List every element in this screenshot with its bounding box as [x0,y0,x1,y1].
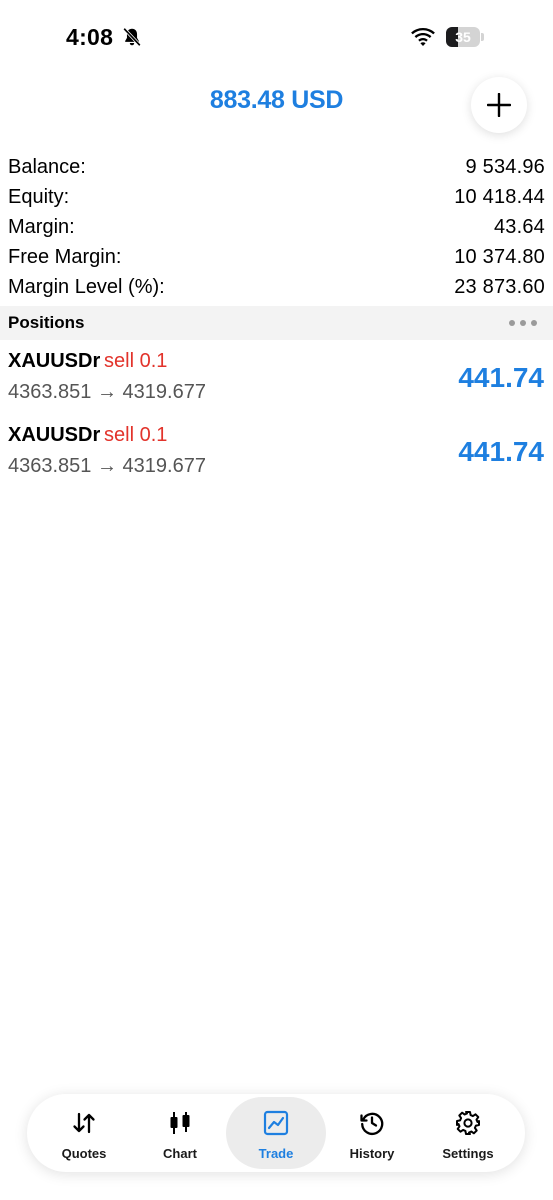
position-side: sell 0.1 [104,424,168,446]
summary-label: Balance: [8,156,86,178]
positions-title: Positions [8,313,85,332]
tab-bar: Quotes Chart Trade History Settings [27,1094,525,1172]
tab-quotes[interactable]: Quotes [34,1097,134,1169]
account-profit-title: 883.48 USD [209,86,344,114]
summary-row-free-margin: Free Margin: 10 374.80 [8,242,545,272]
status-time: 4:08 [66,24,114,50]
summary-row-margin-level: Margin Level (%): 23 873.60 [8,272,545,302]
position-side: sell 0.1 [104,350,168,372]
bell-muted-icon [123,27,141,47]
summary-label: Margin Level (%): [8,276,165,298]
summary-value: 10 418.44 [454,186,545,208]
tab-label: Trade [258,1146,294,1161]
position-symbol: XAUUSDr [8,350,101,372]
trade-screen: 4:08 35 883.48 USD Balance: 9 534.96 Equ… [0,0,553,1200]
summary-row-balance: Balance: 9 534.96 [8,152,545,182]
position-symbol: XAUUSDr [8,424,101,446]
tab-history[interactable]: History [322,1097,422,1169]
summary-row-margin: Margin: 43.64 [8,212,545,242]
wifi-icon [411,28,435,46]
positions-section-header: Positions [0,306,553,340]
tab-label: Quotes [61,1146,107,1161]
tab-label: History [349,1146,395,1161]
status-bar: 4:08 35 [0,0,553,70]
battery-indicator: 35 [446,27,484,47]
position-item[interactable]: XAUUSDr sell 0.1 4363.851 → 4319.677 441… [0,350,553,420]
trade-chart-icon [263,1110,289,1136]
summary-label: Margin: [8,216,75,238]
plus-icon [487,93,511,117]
add-order-button[interactable] [471,77,527,133]
gear-icon [456,1111,480,1135]
summary-value: 9 534.96 [465,156,545,178]
summary-label: Equity: [8,186,70,208]
position-prices: 4363.851 → 4319.677 [8,455,206,477]
account-summary: Balance: 9 534.96 Equity: 10 418.44 Marg… [8,152,545,302]
more-icon[interactable] [509,320,539,328]
battery-cap [481,33,484,41]
tab-settings[interactable]: Settings [418,1097,518,1169]
battery-body: 35 [446,27,480,47]
tab-trade[interactable]: Trade [226,1097,326,1169]
battery-percent: 35 [455,29,471,45]
history-clock-icon [360,1112,384,1135]
summary-row-equity: Equity: 10 418.44 [8,182,545,212]
quotes-arrows-icon [73,1112,95,1134]
position-item[interactable]: XAUUSDr sell 0.1 4363.851 → 4319.677 441… [0,424,553,494]
tab-chart[interactable]: Chart [130,1097,230,1169]
position-profit: 441.74 [458,362,544,393]
position-profit: 441.74 [458,436,544,467]
candlestick-icon [170,1112,190,1134]
summary-label: Free Margin: [8,246,122,268]
summary-value: 10 374.80 [454,246,545,268]
summary-value: 23 873.60 [454,276,545,298]
tab-label: Chart [163,1146,197,1161]
position-prices: 4363.851 → 4319.677 [8,381,206,403]
tab-label: Settings [442,1146,494,1161]
summary-value: 43.64 [493,216,545,238]
